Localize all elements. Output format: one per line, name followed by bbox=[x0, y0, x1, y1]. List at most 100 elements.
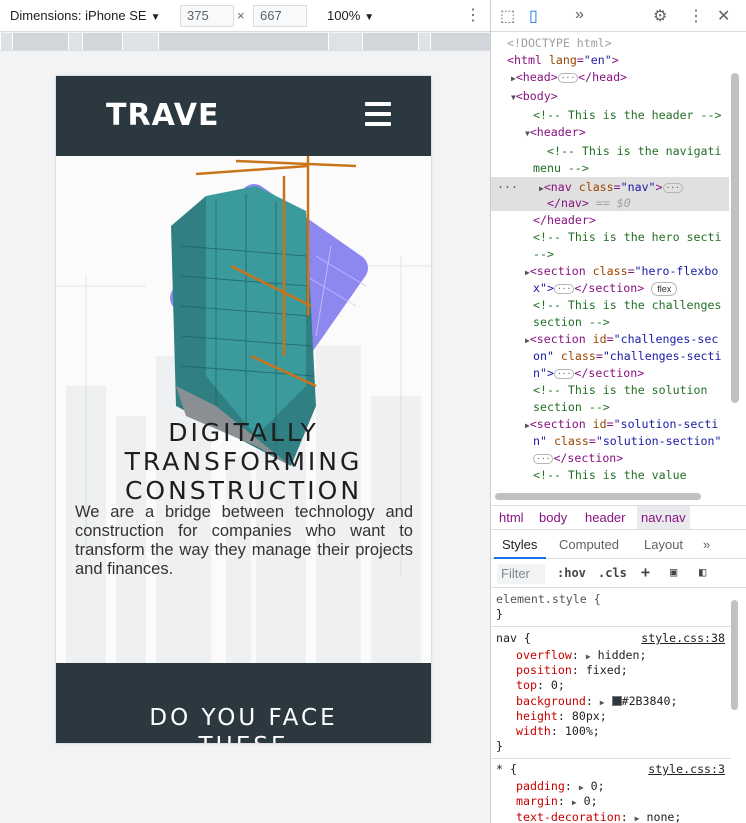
universal-rule-source-link[interactable]: style.css:3 bbox=[648, 762, 725, 777]
styles-scrollbar[interactable] bbox=[731, 600, 738, 710]
hover-state-toggle[interactable]: :hov bbox=[557, 566, 586, 580]
dom-line[interactable]: <!-- This is the navigati bbox=[547, 143, 722, 160]
hero-title-line: CONSTRUCTION bbox=[124, 476, 363, 505]
ruler-segment[interactable] bbox=[158, 33, 328, 50]
site-logo[interactable]: TRAVE bbox=[106, 98, 219, 133]
nav-rule-source-link[interactable]: style.css:38 bbox=[641, 631, 725, 646]
styles-tabbar: Styles Computed Layout » bbox=[491, 531, 746, 559]
dom-line[interactable]: <!DOCTYPE html> bbox=[507, 35, 612, 52]
filter-input[interactable]: Filter bbox=[497, 564, 545, 584]
dom-line[interactable]: ▶<section id="challenges-sec bbox=[525, 331, 718, 349]
dom-line[interactable]: x"> ··· </section> flex bbox=[533, 280, 678, 297]
chevron-down-icon: ▼ bbox=[364, 12, 375, 23]
ruler-segment[interactable] bbox=[0, 33, 12, 50]
width-input[interactable]: 375 bbox=[180, 5, 234, 27]
css-property[interactable]: margin: ▶ 0; bbox=[516, 794, 598, 810]
chevron-down-icon: ▼ bbox=[150, 12, 161, 23]
dom-line[interactable]: section --> bbox=[533, 399, 610, 416]
css-property[interactable]: top: 0; bbox=[516, 678, 565, 693]
emulated-device-viewport: TRAVE DIGITALLY TRANSFORMING CONSTRUCTIO… bbox=[56, 76, 431, 743]
more-options-icon[interactable]: ⋮ bbox=[465, 5, 481, 25]
style-rules: element.style { } nav { style.css:38 ove… bbox=[491, 589, 746, 823]
inspect-element-icon[interactable]: ⬚ bbox=[500, 6, 515, 26]
dom-line[interactable]: ▼<body> bbox=[511, 88, 558, 106]
more-tabs-icon[interactable]: » bbox=[703, 537, 710, 552]
dom-line[interactable]: ▼<header> bbox=[525, 124, 586, 142]
dom-line[interactable]: <!-- This is the solution bbox=[533, 382, 708, 399]
dom-line[interactable]: section --> bbox=[533, 314, 610, 331]
dimensions-dropdown[interactable]: Dimensions: iPhone SE ▼ bbox=[10, 8, 160, 23]
ruler-segment[interactable] bbox=[362, 33, 418, 50]
ruler-segment[interactable] bbox=[430, 33, 490, 50]
dom-line[interactable]: menu --> bbox=[533, 160, 589, 177]
dom-line[interactable]: n" class="solution-section" bbox=[533, 433, 721, 450]
dom-line[interactable]: </header> bbox=[533, 212, 596, 229]
ruler-segment[interactable] bbox=[328, 33, 362, 50]
more-tabs-icon[interactable]: » bbox=[575, 6, 584, 24]
css-property[interactable]: overflow: ▶ hidden; bbox=[516, 648, 647, 664]
dom-line-selected[interactable]: </nav> == $0 bbox=[547, 195, 631, 212]
breadcrumb-body[interactable]: body bbox=[539, 510, 567, 525]
new-rule-icon[interactable]: + bbox=[641, 563, 650, 581]
close-icon[interactable]: ✕ bbox=[717, 6, 730, 26]
dom-line[interactable]: ▶<head> ··· </head> bbox=[511, 69, 627, 87]
universal-rule-selector[interactable]: * { bbox=[496, 762, 517, 777]
dom-tree[interactable]: <!DOCTYPE html> <html lang="en"> ▶<head>… bbox=[491, 33, 746, 503]
flex-badge[interactable]: flex bbox=[651, 282, 678, 296]
devtools-toolbar: ⬚ ▯ » ⚙ ⋮ ✕ bbox=[491, 0, 746, 32]
styles-filter-bar: Filter :hov .cls + ▣ ◧ bbox=[491, 560, 746, 588]
breadcrumb-header[interactable]: header bbox=[585, 510, 625, 525]
toggle-sidebar-icon[interactable]: ◧ bbox=[699, 565, 706, 579]
dom-line[interactable]: ▶<section id="solution-secti bbox=[525, 416, 718, 434]
dom-line[interactable]: ··· </section> bbox=[533, 450, 623, 467]
ruler-segment[interactable] bbox=[82, 33, 122, 50]
challenges-title: DO YOU FACE THESE bbox=[56, 704, 431, 743]
tab-computed[interactable]: Computed bbox=[559, 537, 619, 552]
divider bbox=[491, 758, 731, 759]
class-toggle[interactable]: .cls bbox=[598, 566, 627, 580]
ruler-segment[interactable] bbox=[12, 33, 68, 50]
dom-line[interactable]: <!-- This is the header --> bbox=[533, 107, 721, 124]
nav-rule-selector[interactable]: nav { bbox=[496, 631, 531, 646]
dom-vertical-scrollbar[interactable] bbox=[731, 73, 739, 403]
css-property[interactable]: text-decoration: ▶ none; bbox=[516, 810, 681, 823]
media-query-ruler[interactable] bbox=[0, 33, 490, 51]
dom-line[interactable]: <html lang="en"> bbox=[507, 52, 619, 69]
tab-styles[interactable]: Styles bbox=[502, 537, 537, 552]
color-swatch[interactable] bbox=[611, 696, 622, 706]
row-options-icon[interactable]: ··· bbox=[497, 179, 518, 196]
menu-icon[interactable]: ⋮ bbox=[688, 6, 704, 26]
element-style-selector[interactable]: element.style { bbox=[496, 592, 601, 607]
height-input[interactable]: 667 bbox=[253, 5, 307, 27]
hero-title-line: TRANSFORMING bbox=[124, 447, 363, 476]
hero-title-line: DIGITALLY bbox=[168, 418, 319, 447]
tab-layout[interactable]: Layout bbox=[644, 537, 683, 552]
ruler-segment[interactable] bbox=[418, 33, 430, 50]
ruler-segment[interactable] bbox=[68, 33, 82, 50]
css-property[interactable]: height: 80px; bbox=[516, 709, 607, 724]
challenges-title-line: DO YOU FACE bbox=[149, 705, 338, 731]
site-navbar: TRAVE bbox=[56, 76, 431, 156]
css-property[interactable]: padding: ▶ 0; bbox=[516, 779, 605, 795]
css-property[interactable]: position: fixed; bbox=[516, 663, 628, 678]
breadcrumb-nav[interactable]: nav.nav bbox=[637, 506, 690, 529]
device-toggle-icon[interactable]: ▯ bbox=[529, 6, 538, 26]
css-property[interactable]: background: ▶ #2B3840; bbox=[516, 694, 677, 710]
breadcrumb-html[interactable]: html bbox=[499, 510, 524, 525]
dom-line[interactable]: n"> ··· </section> bbox=[533, 365, 644, 382]
settings-icon[interactable]: ⚙ bbox=[653, 6, 667, 26]
dom-line[interactable]: <!-- This is the challenges bbox=[533, 297, 721, 314]
dom-line[interactable]: on" class="challenges-secti bbox=[533, 348, 722, 365]
dom-line[interactable]: <!-- This is the hero secti bbox=[533, 229, 721, 246]
hamburger-menu-icon[interactable] bbox=[365, 102, 391, 126]
css-property[interactable]: width: 100%; bbox=[516, 724, 600, 739]
dom-line[interactable]: <!-- This is the value bbox=[533, 467, 687, 484]
computed-styles-icon[interactable]: ▣ bbox=[670, 565, 677, 579]
hero-title: DIGITALLY TRANSFORMING CONSTRUCTION bbox=[56, 418, 431, 505]
zoom-dropdown[interactable]: 100% ▼ bbox=[327, 8, 374, 23]
ruler-segment[interactable] bbox=[122, 33, 158, 50]
dom-horizontal-scrollbar[interactable] bbox=[495, 493, 701, 500]
close-brace: } bbox=[496, 607, 503, 621]
dom-line[interactable]: ▶<section class="hero-flexbo bbox=[525, 263, 718, 281]
dom-line[interactable]: --> bbox=[533, 246, 554, 263]
